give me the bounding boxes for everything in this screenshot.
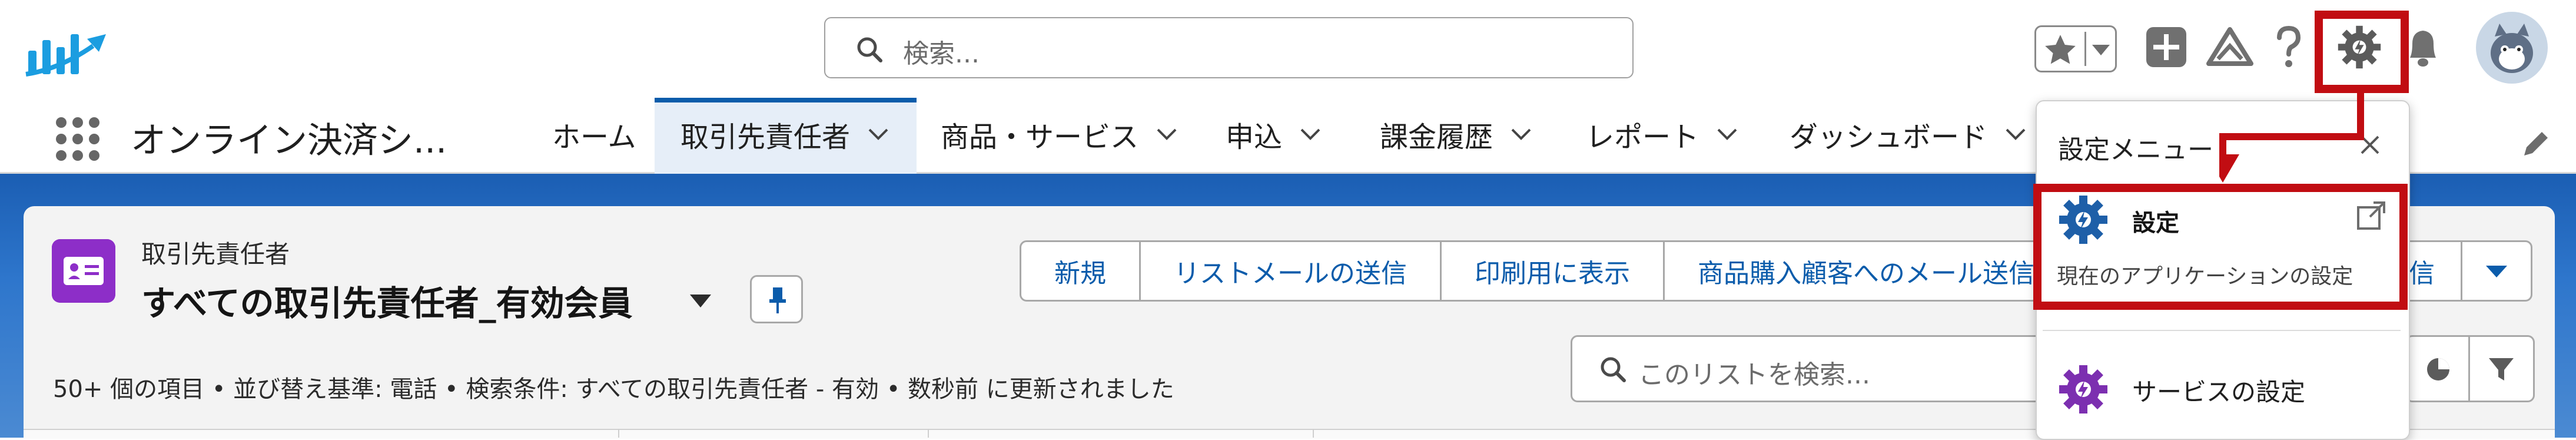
search-placeholder: 検索... bbox=[903, 39, 980, 69]
edit-nav-pencil-icon[interactable] bbox=[2519, 127, 2552, 160]
email-purchasers-button[interactable]: 商品購入顧客へのメール送信 bbox=[1665, 242, 2067, 300]
chevron-down-icon[interactable] bbox=[1717, 127, 1738, 141]
partial-action-label: 信 bbox=[2409, 259, 2435, 289]
column-divider bbox=[928, 429, 929, 438]
chevron-down-icon[interactable] bbox=[2090, 41, 2112, 59]
chevron-down-icon[interactable] bbox=[2005, 127, 2026, 141]
plus-icon[interactable] bbox=[2143, 24, 2190, 71]
send-list-email-button[interactable]: リストメールの送信 bbox=[1141, 242, 1442, 300]
app-logo-icon[interactable] bbox=[24, 16, 112, 81]
nav-tab-label: 取引先責任者 bbox=[680, 121, 851, 154]
highlight-box-setup-item bbox=[2033, 184, 2408, 310]
contact-object-icon bbox=[52, 239, 115, 303]
list-view-title[interactable]: すべての取引先責任者_有効会員 bbox=[141, 276, 633, 325]
nav-tab-contacts[interactable]: 取引先責任者 bbox=[680, 96, 889, 173]
nav-tab-label: ダッシュボード bbox=[1790, 121, 1988, 154]
list-action-button-group: 新規 リストメールの送信 印刷用に表示 商品購入顧客へのメール送信 bbox=[1020, 240, 2069, 302]
service-setup-menu-item[interactable]: サービスの設定 bbox=[2132, 372, 2305, 408]
search-icon bbox=[1601, 357, 1626, 382]
nav-tab-dashboards[interactable]: ダッシュボード bbox=[1790, 96, 2026, 173]
search-icon bbox=[857, 37, 882, 62]
nav-tab-home[interactable]: ホーム bbox=[552, 96, 636, 173]
column-divider bbox=[618, 429, 619, 438]
pin-list-button[interactable] bbox=[750, 275, 803, 323]
nav-tab-label: ホーム bbox=[552, 121, 636, 154]
new-button[interactable]: 新規 bbox=[1021, 242, 1141, 300]
chevron-down-icon bbox=[2486, 266, 2507, 277]
chevron-down-icon[interactable] bbox=[1300, 127, 1321, 141]
column-divider bbox=[1313, 429, 1314, 438]
pie-chart-icon bbox=[2427, 358, 2449, 381]
nav-tab-label: 商品・サービス bbox=[941, 121, 1139, 154]
avatar[interactable] bbox=[2475, 11, 2549, 85]
nav-tab-applications[interactable]: 申込 bbox=[1226, 96, 1321, 173]
favorites-button-group[interactable] bbox=[2034, 25, 2117, 72]
highlight-box-gear bbox=[2315, 11, 2409, 93]
app-launcher-icon[interactable] bbox=[54, 115, 101, 163]
list-search-placeholder: このリストを検索... bbox=[1638, 360, 1870, 390]
object-label: 取引先責任者 bbox=[141, 240, 290, 269]
printable-view-button[interactable]: 印刷用に表示 bbox=[1442, 242, 1665, 300]
chart-button[interactable] bbox=[2405, 335, 2470, 402]
pin-icon bbox=[769, 287, 786, 313]
chevron-down-icon[interactable] bbox=[868, 127, 889, 141]
app-name: オンライン決済シ... bbox=[131, 120, 447, 161]
more-actions-button[interactable] bbox=[2461, 240, 2532, 302]
trailhead-icon[interactable] bbox=[2205, 24, 2255, 71]
nav-tab-products[interactable]: 商品・サービス bbox=[941, 96, 1177, 173]
annotation-arrow-icon bbox=[2219, 88, 2364, 183]
menu-divider bbox=[2043, 330, 2401, 331]
nav-tab-label: レポート bbox=[1586, 121, 1699, 154]
service-setup-gear-icon[interactable] bbox=[2057, 363, 2110, 416]
filter-button[interactable] bbox=[2470, 335, 2535, 402]
filter-icon bbox=[2489, 358, 2514, 381]
divider bbox=[2084, 32, 2086, 66]
nav-tab-billing-history[interactable]: 課金履歴 bbox=[1380, 96, 1532, 173]
nav-tab-label: 課金履歴 bbox=[1380, 121, 1493, 154]
list-status-text: 50+ 個の項目 • 並び替え基準: 電話 • 検索条件: すべての取引先責任者… bbox=[53, 376, 1174, 403]
setup-menu-title: 設定メニュー bbox=[2058, 135, 2213, 165]
nav-tab-reports[interactable]: レポート bbox=[1586, 96, 1738, 173]
chevron-down-icon[interactable] bbox=[1511, 127, 1532, 141]
chevron-down-icon[interactable] bbox=[1156, 127, 1177, 141]
nav-tab-label: 申込 bbox=[1226, 121, 1283, 154]
list-view-picker-caret-icon[interactable] bbox=[688, 292, 713, 310]
help-icon[interactable] bbox=[2271, 24, 2306, 71]
star-icon[interactable] bbox=[2042, 32, 2079, 68]
global-search-input[interactable]: 検索... bbox=[824, 17, 1634, 78]
